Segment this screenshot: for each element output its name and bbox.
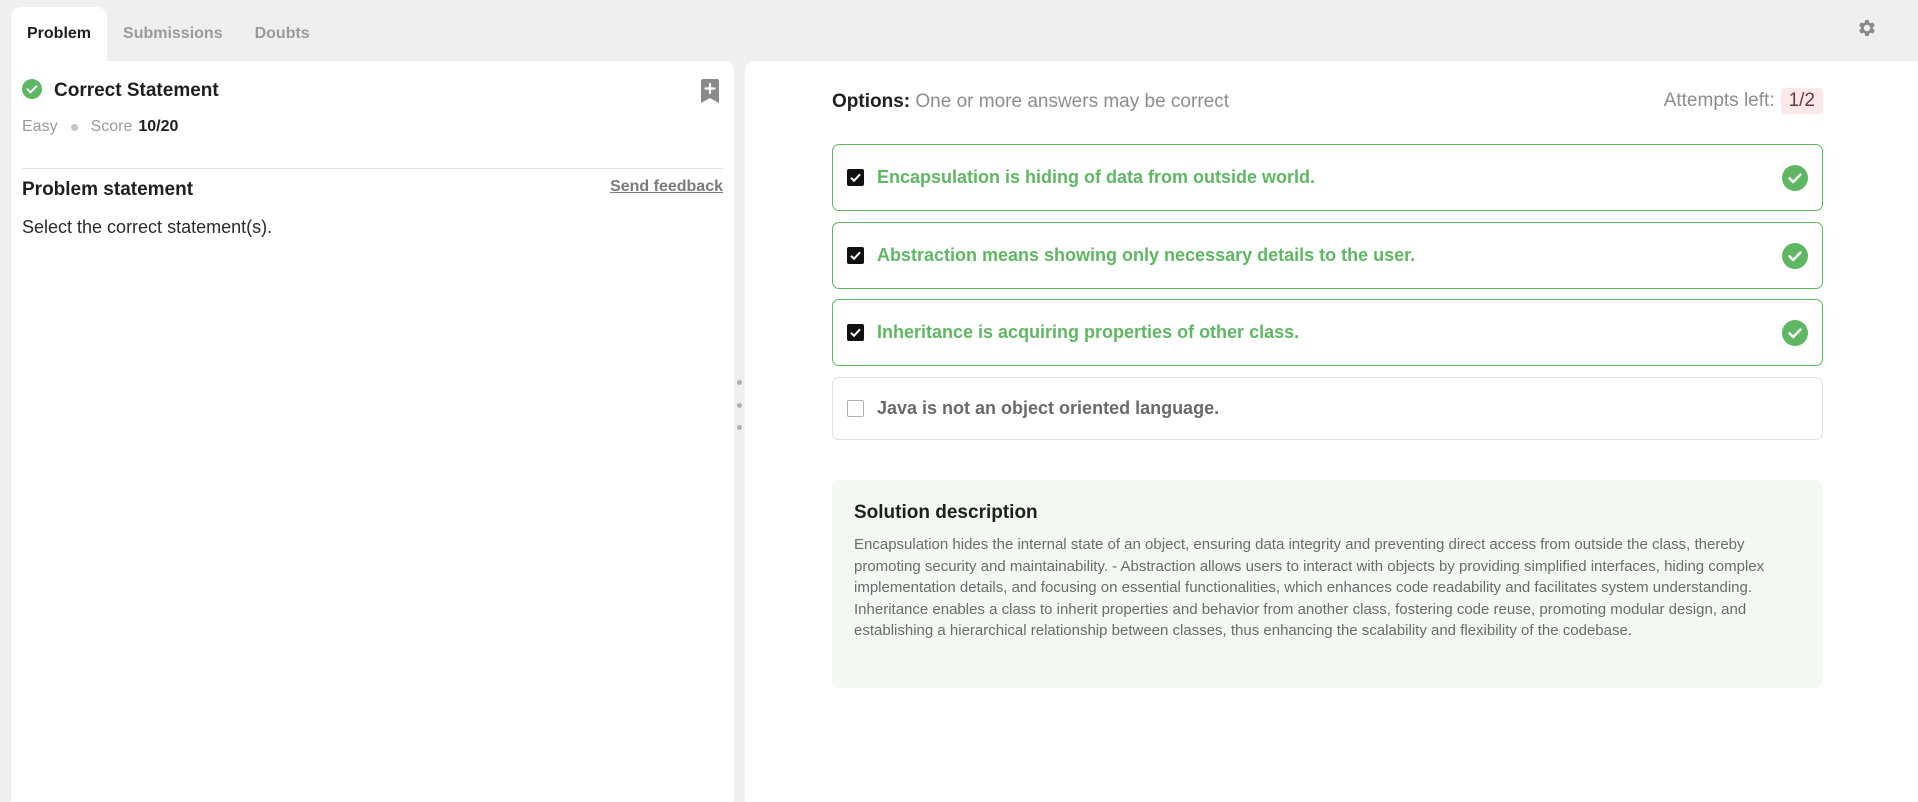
attempts-label: Attempts left:: [1663, 90, 1775, 111]
solution-heading: Solution description: [854, 502, 1038, 523]
option-1[interactable]: Encapsulation is hiding of data from out…: [832, 144, 1823, 211]
panel-resize-handle[interactable]: [736, 380, 742, 430]
option-checkbox[interactable]: [847, 324, 864, 341]
option-text: Encapsulation is hiding of data from out…: [877, 167, 1316, 187]
send-feedback-link[interactable]: Send feedback: [610, 178, 723, 196]
meta-separator: [70, 123, 78, 131]
check-circle-icon: [22, 79, 42, 99]
option-4[interactable]: Java is not an object oriented language.: [832, 377, 1823, 440]
option-text: Abstraction means showing only necessary…: [877, 245, 1416, 265]
handle-dot: [736, 380, 742, 385]
option-text: Java is not an object oriented language.: [877, 398, 1220, 418]
bookmark-add-icon[interactable]: [699, 79, 721, 103]
tab-doubts[interactable]: Doubts: [239, 7, 326, 61]
score-label: Score: [90, 118, 133, 135]
option-checkbox[interactable]: [847, 400, 864, 417]
score-value: 10/20: [138, 118, 179, 135]
problem-title: Correct Statement: [54, 80, 219, 101]
problem-statement-heading: Problem statement: [22, 179, 194, 200]
options-hint: One or more answers may be correct: [915, 91, 1230, 112]
checkmark-icon: [850, 328, 861, 338]
tab-problem[interactable]: Problem: [11, 7, 108, 61]
problem-statement-text: Select the correct statement(s).: [22, 217, 273, 237]
attempts-badge: 1/2: [1780, 88, 1823, 114]
handle-dot: [736, 425, 742, 430]
handle-dot: [736, 402, 742, 408]
option-text: Inheritance is acquiring properties of o…: [877, 322, 1300, 342]
option-checkbox[interactable]: [847, 169, 864, 186]
option-checkbox[interactable]: [847, 247, 864, 264]
tab-submissions[interactable]: Submissions: [107, 7, 239, 61]
attempts-left: Attempts left: 1/2: [1664, 88, 1823, 114]
checkmark-icon: [850, 251, 861, 261]
difficulty-label: Easy: [22, 118, 58, 135]
correct-check-icon: [1782, 164, 1808, 191]
checkmark-icon: [850, 173, 861, 183]
correct-check-icon: [1782, 319, 1808, 346]
problem-meta: Easy Score 10/20: [22, 118, 178, 136]
solution-box: Solution description Encapsulation hides…: [832, 480, 1823, 688]
tab-bar: Problem Submissions Doubts: [11, 7, 326, 61]
option-2[interactable]: Abstraction means showing only necessary…: [832, 222, 1823, 289]
problem-panel: Correct Statement Easy Score 10/20 Probl…: [11, 61, 734, 802]
solution-text: Encapsulation hides the internal state o…: [854, 536, 1765, 639]
problem-header: Correct Statement Easy Score 10/20: [22, 77, 723, 169]
option-3[interactable]: Inheritance is acquiring properties of o…: [832, 299, 1823, 366]
options-label: Options:: [832, 91, 911, 112]
gear-icon[interactable]: [1856, 17, 1878, 39]
answer-panel: Options: One or more answers may be corr…: [745, 61, 1918, 802]
correct-check-icon: [1782, 242, 1808, 269]
options-heading: Options: One or more answers may be corr…: [832, 91, 1229, 113]
